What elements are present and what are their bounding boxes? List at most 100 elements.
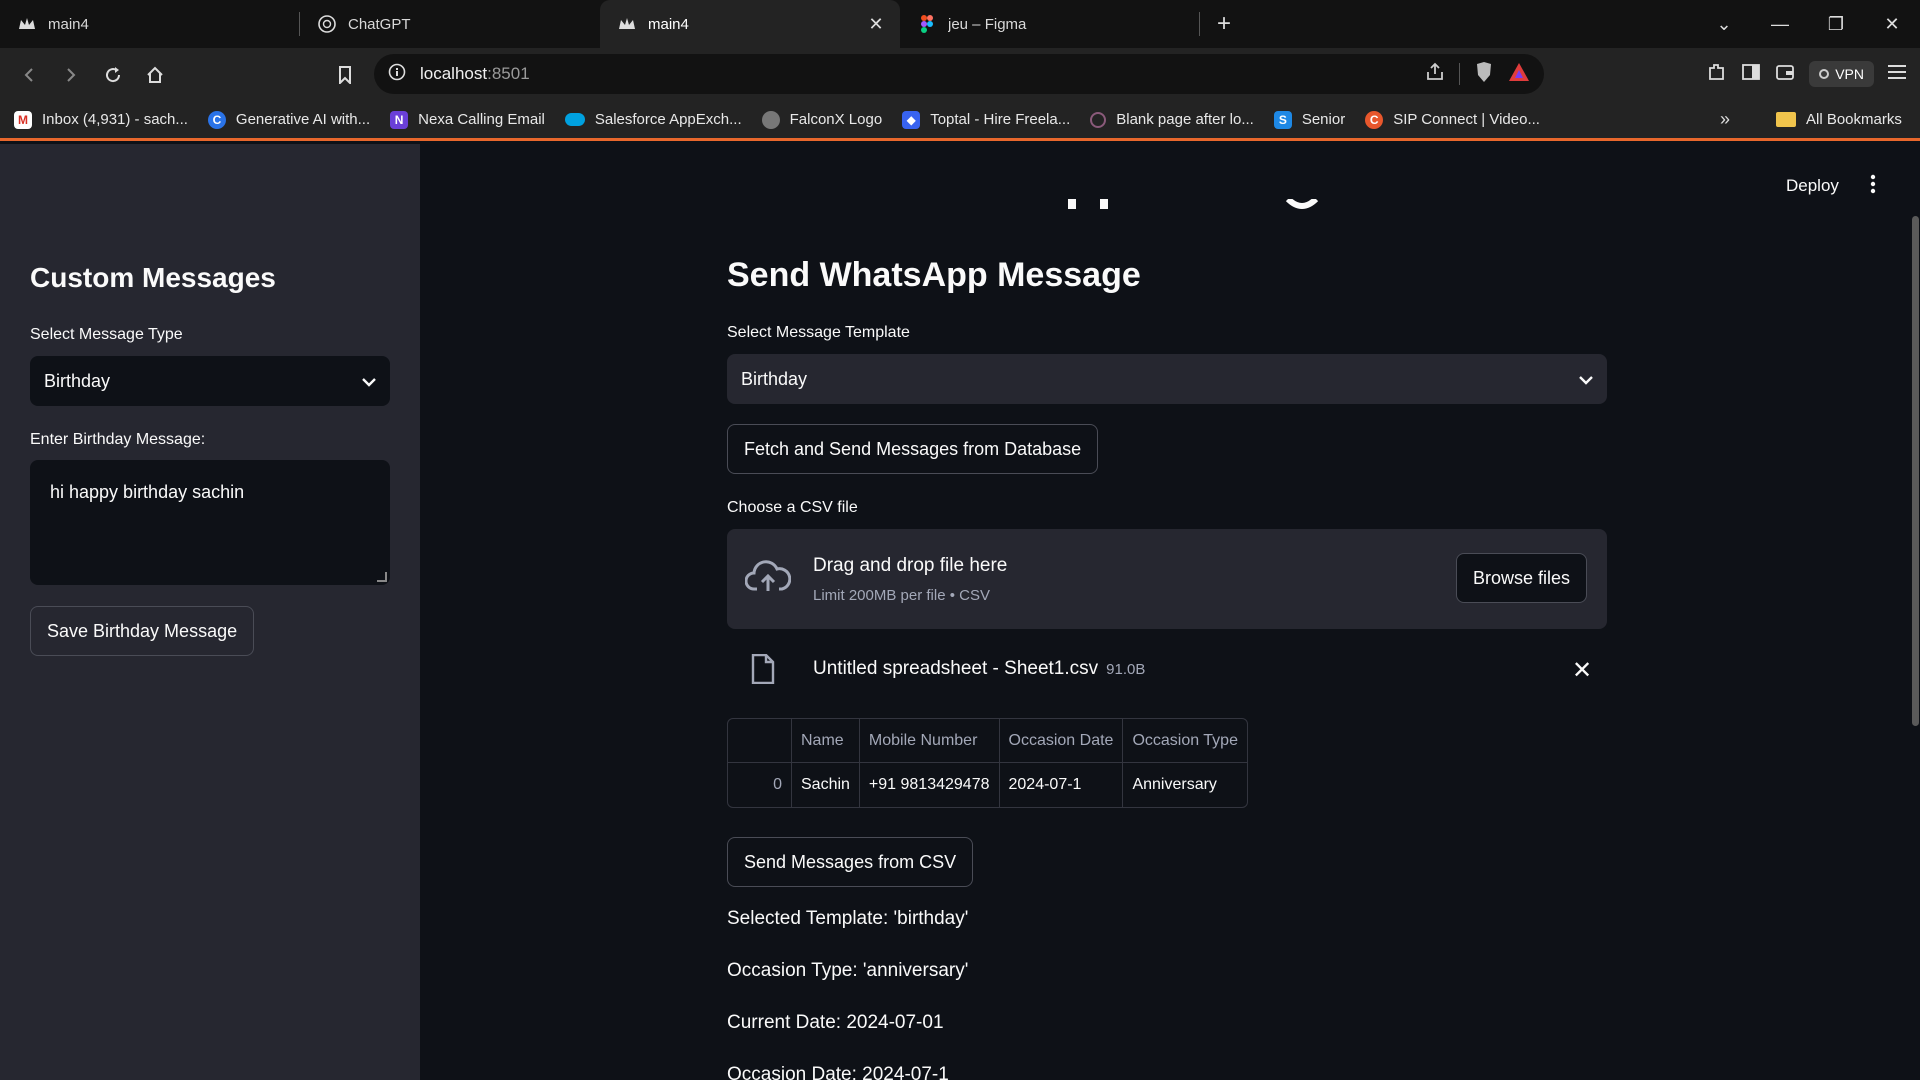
all-bookmarks[interactable]: All Bookmarks [1776,111,1902,128]
brave-shields-icon[interactable] [1474,61,1494,88]
url-text[interactable]: localhost:8501 [420,64,530,84]
bookmark-item[interactable]: Blank page after lo... [1090,111,1254,128]
info-text: Occasion Date: 2024-07-1 [727,1064,949,1080]
tab-search-icon[interactable]: ⌄ [1696,14,1752,35]
bookmark-item[interactable]: C SIP Connect | Video... [1365,110,1540,129]
restore-icon[interactable]: ❐ [1808,14,1864,35]
bookmark-item[interactable]: FalconX Logo [761,110,882,129]
chatgpt-icon [318,15,336,33]
browser-tab[interactable]: jeu – Figma [900,0,1200,48]
main-menu-icon[interactable] [1870,174,1876,200]
browser-tab[interactable]: main4 [0,0,300,48]
scrollbar[interactable] [1912,216,1919,726]
template-label: Select Message Template [727,324,910,341]
scrolled-title-fragment [1066,198,1326,210]
toptal-icon: ◆ [902,110,921,129]
column-header[interactable]: Occasion Type [1123,719,1247,763]
more-bookmarks-icon[interactable]: » [1720,109,1730,130]
sidebar: Custom Messages Select Message Type Birt… [0,144,420,1080]
salesforce-icon [564,113,585,126]
save-birthday-message-button[interactable]: Save Birthday Message [30,606,255,656]
table-cell[interactable]: 2024-07-1 [1000,763,1124,807]
close-window-icon[interactable]: ✕ [1864,14,1920,35]
bookmark-icon[interactable] [324,54,366,96]
dropzone-instructions: Drag and drop file here [813,555,1008,576]
birthday-message-textarea[interactable]: hi happy birthday sachin [30,460,390,585]
message-type-select[interactable]: Birthday [30,356,390,406]
browse-files-button[interactable]: Browse files [1455,553,1587,603]
site-info-icon[interactable] [388,63,406,86]
figma-icon [918,15,936,33]
menu-icon[interactable] [1888,64,1906,85]
extensions-icon[interactable] [1707,62,1727,87]
file-dropzone[interactable]: Drag and drop file here Limit 200MB per … [727,529,1607,629]
birthday-message-label: Enter Birthday Message: [30,431,206,448]
column-header[interactable]: Name [792,719,860,763]
column-header[interactable]: Occasion Date [999,719,1124,763]
browser-tab-bar: main4 ChatGPT main4 ✕ jeu – Figma + ⌄ — … [0,0,1920,48]
file-icon [751,653,775,689]
tab-title: main4 [648,15,689,33]
row-index: 0 [728,763,792,807]
resize-handle-icon[interactable] [377,572,387,582]
column-header[interactable]: Mobile Number [859,719,1000,763]
dataframe-table[interactable]: Name Mobile Number Occasion Date Occasio… [727,718,1248,808]
back-icon[interactable] [8,54,50,96]
table-cell[interactable]: Sachin [792,763,860,807]
info-text: Selected Template: 'birthday' [727,908,969,929]
sip-icon: C [1365,110,1384,129]
sidebar-toggle-icon[interactable] [1741,62,1761,87]
s-icon: S [1273,110,1292,129]
browser-tab[interactable]: ChatGPT [300,0,600,48]
forward-icon[interactable] [50,54,92,96]
folder-icon [1776,112,1796,127]
bookmark-item[interactable]: N Nexa Calling Email [390,110,545,129]
send-messages-csv-button[interactable]: Send Messages from CSV [727,837,974,887]
table-cell[interactable]: Anniversary [1123,763,1247,807]
gmail-icon: M [14,110,32,129]
minimize-icon[interactable]: — [1752,14,1808,35]
sidebar-title: Custom Messages [30,262,276,293]
wallet-icon[interactable] [1775,62,1795,87]
table-cell[interactable]: +91 9813429478 [860,763,1000,807]
close-tab-icon[interactable]: ✕ [866,14,886,35]
browser-tab-active[interactable]: main4 ✕ [600,0,900,48]
streamlit-crown-icon [18,15,36,33]
tab-title: ChatGPT [348,15,411,33]
file-name: Untitled spreadsheet - Sheet1.csv [813,658,1099,679]
remove-file-icon[interactable]: ✕ [1572,656,1592,685]
vpn-status-icon [1819,69,1830,79]
cloud-upload-icon [744,559,792,600]
fetch-send-database-button[interactable]: Fetch and Send Messages from Database [727,424,1099,474]
info-text: Occasion Type: 'anniversary' [727,960,969,981]
home-icon[interactable] [134,54,176,96]
page-title: Send WhatsApp Message [727,256,1141,294]
bookmark-item[interactable]: Salesforce AppExch... [564,111,742,128]
bookmark-item[interactable]: S Senior [1273,110,1345,129]
address-bar[interactable]: localhost:8501 [374,54,1544,94]
bookmark-item[interactable]: M Inbox (4,931) - sach... [14,110,188,129]
tab-title: main4 [48,15,89,33]
vpn-button[interactable]: VPN [1809,61,1874,87]
share-icon[interactable] [1425,62,1445,87]
bookmark-item[interactable]: ◆ Toptal - Hire Freela... [902,110,1070,129]
table-header-row: Name Mobile Number Occasion Date Occasio… [728,719,1247,763]
reload-icon[interactable] [92,54,134,96]
new-tab-icon[interactable]: + [1200,0,1248,48]
table-row: 0 Sachin +91 9813429478 2024-07-1 Annive… [728,763,1247,807]
deploy-button[interactable]: Deploy [1786,176,1839,196]
brave-rewards-icon[interactable] [1508,62,1530,87]
info-text: Current Date: 2024-07-01 [727,1012,944,1033]
message-template-select[interactable]: Birthday [727,354,1607,404]
streamlit-app: Custom Messages Select Message Type Birt… [0,144,1920,1080]
circle-icon [1090,111,1107,128]
bookmarks-bar: M Inbox (4,931) - sach... C Generative AI … [0,101,1920,141]
main-content: Deploy Send WhatsApp Message Select Mess… [420,144,1920,1080]
file-size: 91.0B [1106,661,1146,678]
bookmark-item[interactable]: C Generative AI with... [207,110,370,129]
dropzone-limit: Limit 200MB per file • CSV [813,587,990,604]
chevron-down-icon [362,371,376,392]
message-type-label: Select Message Type [30,326,183,343]
uploaded-file: Untitled spreadsheet - Sheet1.csv 91.0B ✕ [727,644,1607,694]
browser-toolbar: localhost:8501 VPN [0,48,1920,101]
